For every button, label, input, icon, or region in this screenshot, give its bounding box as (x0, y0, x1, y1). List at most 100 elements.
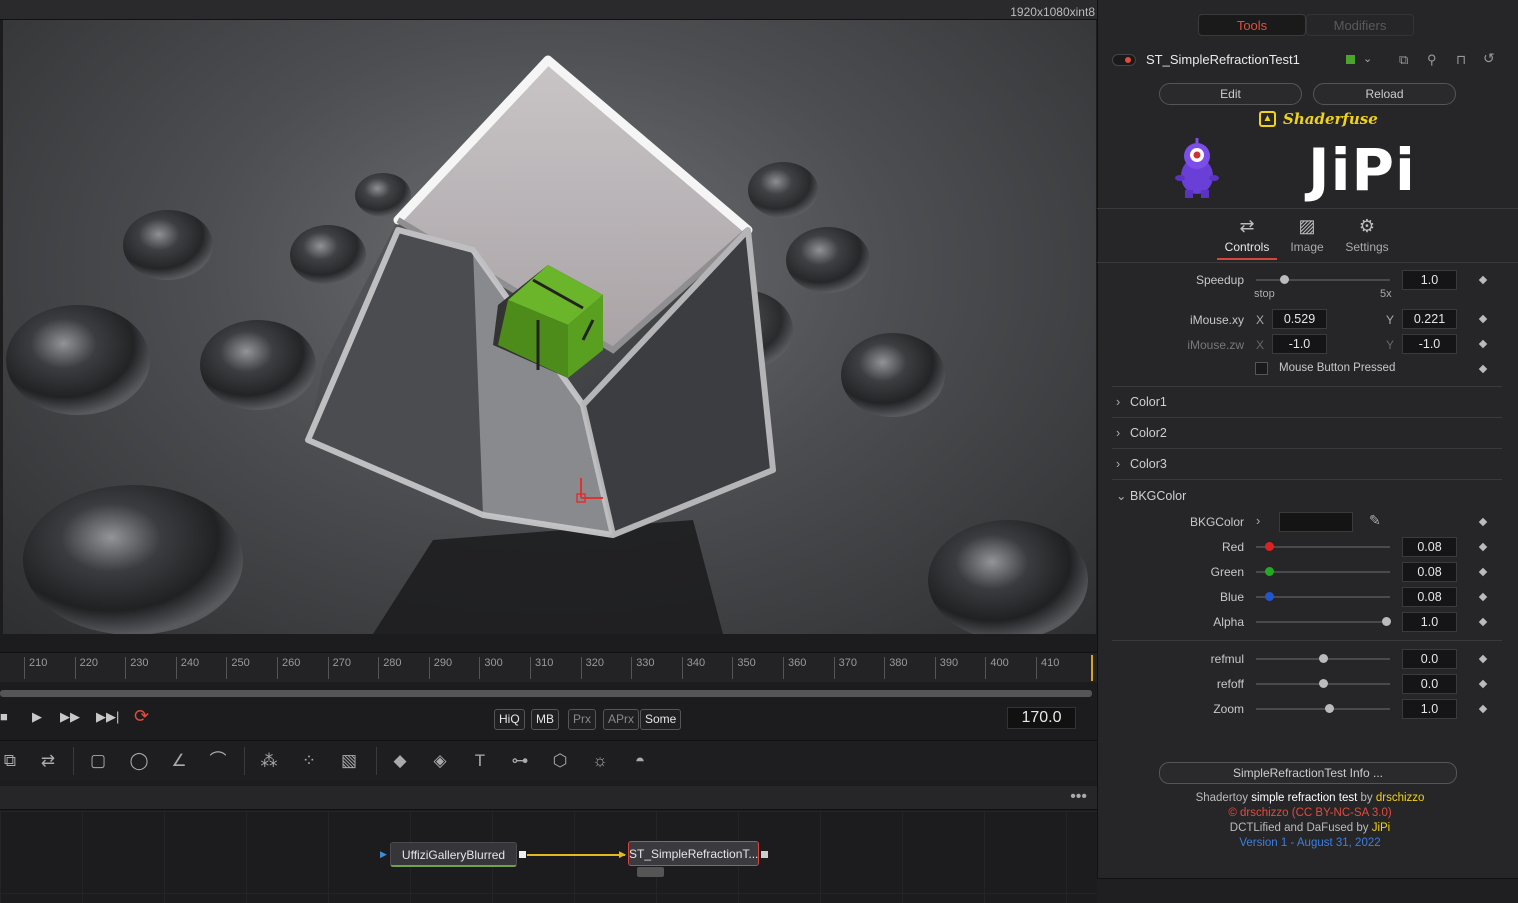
imouse-z-field[interactable]: -1.0 (1272, 334, 1327, 354)
mb-button[interactable]: MB (531, 709, 559, 730)
camera-3d-icon[interactable]: ⬡ (550, 751, 570, 771)
reload-button[interactable]: Reload (1313, 83, 1456, 105)
text-3d-icon[interactable]: T (470, 751, 490, 771)
tab-image[interactable]: ▨ Image (1277, 216, 1337, 254)
slider-knob[interactable] (1382, 617, 1391, 626)
eyedropper-icon[interactable]: ✎ (1369, 512, 1381, 529)
renderer-3d-icon[interactable]: ◓ (630, 751, 650, 771)
slider-knob[interactable] (1319, 679, 1328, 688)
tool-bar: ⧉ ⇄ ▢ ◯ ∠ ⌒ ⁂ ⁘ ▧ ◆ ◈ T ⊶ ⬡ ☼ ◓ (0, 740, 1097, 780)
versions-icon[interactable]: ⧉ (1399, 52, 1408, 68)
reset-icon[interactable]: ↺ (1483, 50, 1495, 67)
chevron-down-icon[interactable]: ⌄ (1363, 52, 1372, 65)
background-tool-icon[interactable]: ⧉ (0, 751, 20, 771)
inspector-footer (1097, 878, 1518, 903)
merge-3d-icon[interactable]: ⊶ (510, 751, 530, 771)
section-color1[interactable]: › Color1 (1116, 395, 1167, 409)
spot-light-icon[interactable]: ☼ (590, 751, 610, 771)
some-button[interactable]: Some (640, 709, 682, 730)
skip-end-icon[interactable]: ▶▶| (96, 709, 119, 729)
more-options-icon[interactable]: ••• (1070, 788, 1087, 806)
slider-knob[interactable] (1319, 654, 1328, 663)
tab-settings[interactable]: ⚙ Settings (1337, 216, 1397, 254)
blue-field[interactable]: 0.08 (1402, 587, 1457, 607)
shader-link[interactable]: simple refraction test (1251, 792, 1357, 804)
zoom-slider[interactable] (1256, 704, 1390, 713)
bkgcolor-swatch[interactable] (1279, 512, 1353, 532)
image-plane-3d-icon[interactable]: ◆ (390, 751, 410, 771)
node-output-port[interactable] (761, 851, 768, 858)
speedup-label: Speedup (1195, 273, 1244, 287)
fast-forward-icon[interactable]: ▶▶ (60, 709, 80, 729)
particle-emitter-icon[interactable]: ⁂ (259, 751, 279, 771)
chevron-right-icon: › (1116, 426, 1121, 440)
polygon-mask-icon[interactable]: ∠ (169, 751, 189, 771)
tab-controls[interactable]: ⇄ Controls (1217, 216, 1277, 254)
lock-icon[interactable]: ⊓ (1456, 52, 1466, 68)
node-shader[interactable]: ST_SimpleRefractionT... (628, 841, 759, 866)
slider-knob[interactable] (1325, 704, 1334, 713)
ellipse-mask-icon[interactable]: ◯ (129, 751, 149, 771)
red-slider[interactable] (1256, 542, 1390, 551)
pin-icon[interactable]: ⚲ (1427, 52, 1437, 68)
author-link[interactable]: drschizzo (1376, 792, 1425, 804)
section-color2[interactable]: › Color2 (1116, 426, 1167, 440)
stop-icon[interactable]: ■ (0, 709, 8, 729)
zoom-field[interactable]: 1.0 (1402, 699, 1457, 719)
tool-name: ST_SimpleRefractionTest1 (1146, 52, 1300, 67)
red-field[interactable]: 0.08 (1402, 537, 1457, 557)
green-slider[interactable] (1256, 567, 1390, 576)
speedup-slider[interactable] (1256, 275, 1390, 284)
blue-slider[interactable] (1256, 592, 1390, 601)
shape-3d-icon[interactable]: ◈ (430, 751, 450, 771)
refmul-field[interactable]: 0.0 (1402, 649, 1457, 669)
merge-tool-icon[interactable]: ⇄ (38, 751, 58, 771)
particle-style-icon[interactable]: ▧ (339, 751, 359, 771)
section-color3[interactable]: › Color3 (1116, 457, 1167, 471)
alpha-slider[interactable] (1256, 617, 1391, 626)
slider-knob[interactable] (1265, 592, 1274, 601)
slider-knob[interactable] (1280, 275, 1289, 284)
tool-color-swatch[interactable] (1346, 55, 1355, 64)
timeline-ruler[interactable]: 210 220 230 240 250 260 270 280 290 300 310 320 330 3… (0, 652, 1097, 682)
rectangle-mask-icon[interactable]: ▢ (88, 751, 108, 771)
node-editor[interactable] (0, 811, 1097, 903)
tab-tools[interactable]: Tools (1198, 14, 1306, 36)
node-uffizi[interactable]: UffiziGalleryBlurred (390, 842, 517, 867)
current-frame-field[interactable]: 170.0 (1007, 707, 1076, 729)
alpha-field[interactable]: 1.0 (1402, 612, 1457, 632)
particle-render-icon[interactable]: ⁘ (299, 751, 319, 771)
green-field[interactable]: 0.08 (1402, 562, 1457, 582)
slider-knob[interactable] (1265, 542, 1274, 551)
jipi-logo: JiPi (1308, 136, 1416, 204)
prx-button[interactable]: Prx (568, 709, 596, 730)
timeline-scrollbar[interactable] (0, 690, 1092, 697)
loop-icon[interactable]: ⟳ (134, 706, 149, 726)
section-bkgcolor[interactable]: ⌄ BKGColor (1116, 488, 1186, 503)
playhead[interactable] (1091, 655, 1093, 681)
bspline-mask-icon[interactable]: ⌒ (208, 751, 228, 771)
tool-enable-toggle[interactable] (1112, 54, 1136, 66)
mouse-pressed-checkbox[interactable] (1255, 362, 1268, 375)
jipi-link[interactable]: JiPi (1372, 822, 1391, 834)
render-preview (6, 55, 1088, 634)
edit-button[interactable]: Edit (1159, 83, 1302, 105)
node-output-port[interactable] (519, 851, 526, 858)
node-mask-port[interactable] (637, 867, 664, 877)
refmul-slider[interactable] (1256, 654, 1390, 663)
timeline-tick: 330 (631, 657, 655, 679)
speedup-field[interactable]: 1.0 (1402, 270, 1457, 290)
hiq-button[interactable]: HiQ (494, 709, 525, 730)
refoff-slider[interactable] (1256, 679, 1390, 688)
chevron-right-icon[interactable]: › (1256, 513, 1260, 528)
info-button[interactable]: SimpleRefractionTest Info ... (1159, 762, 1457, 784)
imouse-y-field[interactable]: 0.221 (1402, 309, 1457, 329)
imouse-x-field[interactable]: 0.529 (1272, 309, 1327, 329)
refoff-field[interactable]: 0.0 (1402, 674, 1457, 694)
viewer[interactable] (3, 20, 1096, 634)
slider-knob[interactable] (1265, 567, 1274, 576)
play-icon[interactable]: ▶ (32, 709, 42, 729)
imouse-w-field[interactable]: -1.0 (1402, 334, 1457, 354)
aprx-button[interactable]: APrx (603, 709, 640, 730)
tab-modifiers[interactable]: Modifiers (1306, 14, 1414, 36)
